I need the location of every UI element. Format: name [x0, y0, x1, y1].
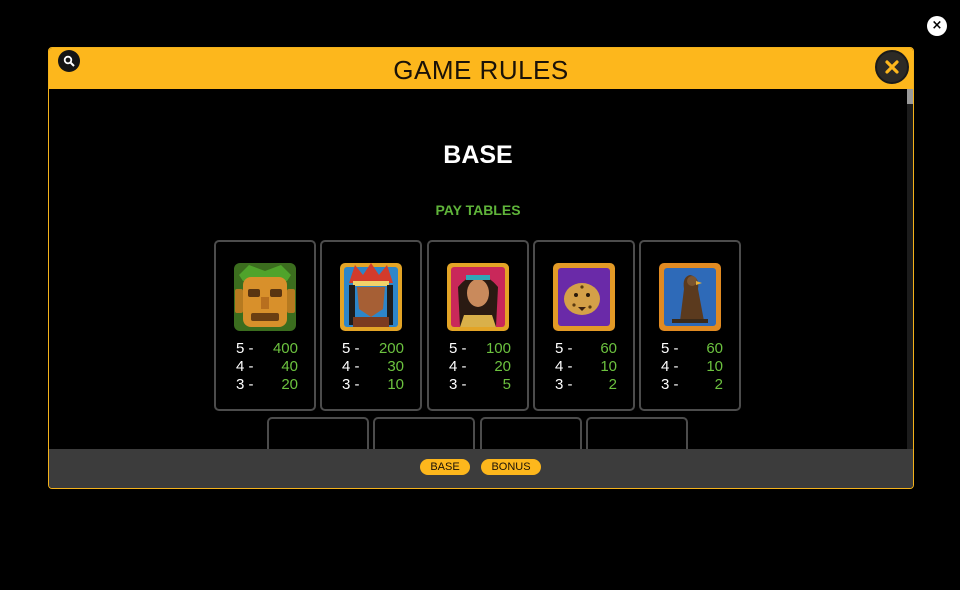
symbol-count: 4 -: [449, 358, 467, 375]
close-icon[interactable]: ×: [927, 16, 947, 36]
payout-value: 60: [706, 340, 723, 357]
jaguar-mask-icon: [234, 263, 296, 331]
tab-bar: BASE BONUS: [49, 449, 913, 488]
payout-value: 40: [281, 358, 298, 375]
paytable-card: [586, 417, 688, 449]
paytable-card: 5 - 200 4 - 30 3 - 10: [320, 240, 422, 411]
paytable-card: 5 - 60 4 - 10 3 - 2: [533, 240, 635, 411]
payout-value: 10: [387, 376, 404, 393]
symbol-count: 3 -: [342, 376, 360, 393]
game-rules-modal: GAME RULES BASE PAY TABLES 5 - 400 4 - 40 …: [48, 47, 914, 489]
pay-row: 5 - 60: [661, 340, 723, 358]
pay-row: 3 - 20: [236, 376, 298, 394]
pay-row: 3 - 5: [449, 376, 511, 394]
symbol-count: 5 -: [661, 340, 679, 357]
symbol-count: 3 -: [555, 376, 573, 393]
title-bar: GAME RULES: [49, 48, 913, 89]
chief-icon: [340, 263, 402, 331]
payout-value: 30: [387, 358, 404, 375]
section-heading: BASE: [443, 141, 513, 169]
payout-value: 5: [502, 376, 511, 393]
payout-value: 2: [714, 376, 723, 393]
woman-icon: [447, 263, 509, 331]
pay-row: 4 - 40: [236, 358, 298, 376]
symbol-count: 4 -: [236, 358, 254, 375]
payout-value: 400: [272, 340, 298, 357]
pay-row: 5 - 200: [342, 340, 404, 358]
tab-bonus[interactable]: BONUS: [481, 459, 541, 475]
scrollbar-thumb[interactable]: [907, 89, 913, 104]
payout-value: 10: [706, 358, 723, 375]
symbol-count: 4 -: [661, 358, 679, 375]
pay-row: 4 - 20: [449, 358, 511, 376]
pay-row: 5 - 100: [449, 340, 511, 358]
pay-row: 3 - 10: [342, 376, 404, 394]
paytable-card: 5 - 400 4 - 40 3 - 20: [214, 240, 316, 411]
pay-row: 4 - 10: [555, 358, 617, 376]
payout-value: 20: [281, 376, 298, 393]
payout-value: 10: [600, 358, 617, 375]
paytable-card: [480, 417, 582, 449]
payout-value: 100: [485, 340, 511, 357]
pay-row: 3 - 2: [661, 376, 723, 394]
symbol-count: 4 -: [555, 358, 573, 375]
pay-row: 3 - 2: [555, 376, 617, 394]
paytable-card: [267, 417, 369, 449]
payout-value: 2: [608, 376, 617, 393]
symbol-count: 3 -: [449, 376, 467, 393]
symbol-count: 5 -: [342, 340, 360, 357]
paytable-card: 5 - 60 4 - 10 3 - 2: [639, 240, 741, 411]
symbol-count: 5 -: [449, 340, 467, 357]
symbol-count: 5 -: [236, 340, 254, 357]
pay-row: 5 - 60: [555, 340, 617, 358]
pay-row: 4 - 10: [661, 358, 723, 376]
pay-row: 4 - 30: [342, 358, 404, 376]
eagle-icon: [659, 263, 721, 331]
symbol-count: 4 -: [342, 358, 360, 375]
paytable-card: [373, 417, 475, 449]
pay-tables-heading: PAY TABLES: [435, 202, 521, 218]
rules-content: BASE PAY TABLES 5 - 400 4 - 40 3 - 20 5 - 2…: [49, 89, 913, 449]
paytable-card: 5 - 100 4 - 20 3 - 5: [427, 240, 529, 411]
pay-row: 5 - 400: [236, 340, 298, 358]
symbol-count: 3 -: [661, 376, 679, 393]
close-button[interactable]: [875, 50, 909, 84]
tab-base[interactable]: BASE: [420, 459, 470, 475]
symbol-count: 3 -: [236, 376, 254, 393]
scrollbar[interactable]: [907, 89, 913, 449]
payout-value: 60: [600, 340, 617, 357]
page-title: GAME RULES: [393, 55, 569, 85]
leopard-icon: [553, 263, 615, 331]
symbol-count: 5 -: [555, 340, 573, 357]
payout-value: 20: [494, 358, 511, 375]
payout-value: 200: [378, 340, 404, 357]
